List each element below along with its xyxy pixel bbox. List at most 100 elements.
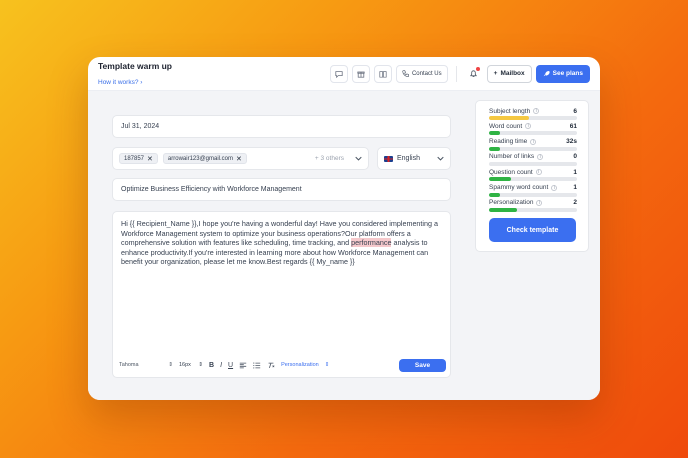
notification-dot [475,66,480,71]
stat-row: Reading time i 32s [489,138,577,146]
font-family-select[interactable]: Tahoma ⇕ [119,362,173,368]
stat-label: Personalization [489,199,534,207]
personalization-select[interactable]: Personalization ⇕ [281,362,329,368]
info-icon[interactable]: i [536,199,543,206]
stat-item: Personalization i 2 [489,199,577,212]
chat-button[interactable] [329,64,348,83]
stat-row: Question count i 1 [489,168,577,176]
contact-us-button[interactable]: Contact Us [395,64,448,83]
recipient-chip: 187857 ✕ [119,153,158,164]
info-icon[interactable]: i [551,184,558,191]
notifications-button[interactable] [464,64,483,83]
stat-label: Reading time [489,138,528,146]
font-family-value: Tahoma [119,362,139,368]
how-it-works-link[interactable]: How it works? › [98,79,142,86]
chevron-down-icon[interactable] [355,156,362,161]
recipient-chip-label: arrowair123@gmail.com [167,155,234,162]
subject-input[interactable]: Optimize Business Efficiency with Workfo… [112,178,451,201]
main-content: Jul 31, 2024 187857 ✕ arrowair123@gmail.… [88,91,600,400]
others-count[interactable]: + 3 others [315,155,344,162]
underline-button[interactable]: U [228,362,233,369]
info-icon[interactable]: i [535,169,542,176]
stat-row: Spammy word count i 1 [489,184,577,192]
plus-icon: + [493,70,498,77]
mailbox-button[interactable]: + Mailbox [486,64,532,83]
date-field[interactable]: Jul 31, 2024 [112,115,451,138]
chevron-down-icon [437,156,444,161]
stat-progress-fill [489,177,511,182]
stat-progress-bar [489,146,577,151]
list-icon[interactable] [253,362,261,369]
stat-row: Word count i 61 [489,122,577,130]
check-template-button[interactable]: Check template [489,218,576,242]
recipients-field[interactable]: 187857 ✕ arrowair123@gmail.com ✕ + 3 oth… [112,147,369,170]
top-bar: Template warm up How it works? › Contact… [88,57,600,91]
stat-item: Word count i 61 [489,122,577,136]
italic-button[interactable]: I [220,362,222,369]
uk-flag-icon [384,155,393,162]
rocket-icon [543,71,550,77]
docs-button[interactable] [373,64,392,83]
gift-button[interactable] [351,64,370,83]
title-block: Template warm up How it works? › [98,59,330,89]
stat-value: 1 [573,168,577,176]
stat-item: Question count i 1 [489,168,577,182]
stat-value: 61 [569,122,577,130]
remove-chip-icon[interactable]: ✕ [236,155,242,163]
info-icon[interactable]: i [537,153,544,160]
stat-progress-bar [489,177,577,182]
stat-label: Word count [489,122,523,130]
book-icon [379,70,387,78]
stat-label: Question count [489,168,533,176]
stat-progress-fill [489,192,500,197]
recipient-chip-label: 187857 [124,155,145,162]
stat-item: Number of links i 0 [489,153,577,166]
language-select[interactable]: English [377,147,451,170]
stat-item: Spammy word count i 1 [489,184,577,197]
save-button[interactable]: Save [399,358,446,372]
stat-item: Reading time i 32s [489,138,577,151]
stat-progress-fill [489,131,500,136]
bold-button[interactable]: B [209,362,214,369]
font-size-select[interactable]: 16px ⇕ [179,362,203,368]
template-stats-panel: Subject length i 6 Word count i 61 Reading tim… [475,100,589,252]
stat-label: Subject length [489,107,531,115]
subject-value: Optimize Business Efficiency with Workfo… [121,186,302,193]
personalization-label: Personalization [281,362,319,368]
remove-chip-icon[interactable]: ✕ [147,155,153,163]
email-body-text[interactable]: Hi {{ Recipient_Name }},I hope you're ha… [121,219,443,267]
recipient-chip: arrowair123@gmail.com ✕ [162,153,247,164]
stat-label: Spammy word count [489,184,549,191]
format-toolbar: Tahoma ⇕ 16px ⇕ B I U Personalization ⇕ … [119,358,446,372]
stat-value: 6 [573,107,577,115]
updown-icon: ⇕ [324,362,330,368]
chevron-right-icon: › [140,78,143,86]
align-left-icon[interactable] [239,362,247,369]
template-warmup-window: Template warm up How it works? › Contact… [88,57,600,400]
see-plans-button[interactable]: See plans [535,64,590,83]
clear-format-icon[interactable] [267,362,275,369]
stat-value: 2 [573,199,577,207]
stat-row: Subject length i 6 [489,107,577,115]
highlighted-spam-word: performance [351,238,392,247]
info-icon[interactable]: i [530,138,537,145]
stat-row: Personalization i 2 [489,199,577,207]
info-icon[interactable]: i [525,123,532,130]
editor-panel: Jul 31, 2024 187857 ✕ arrowair123@gmail.… [98,101,468,393]
language-value: English [397,155,420,162]
stat-row: Number of links i 0 [489,153,577,161]
mailbox-label: Mailbox [500,70,525,77]
chat-icon [335,70,343,78]
email-body-editor[interactable]: Hi {{ Recipient_Name }},I hope you're ha… [112,211,451,378]
updown-icon: ⇕ [168,362,173,368]
top-actions: Contact Us + Mailbox See plans [329,64,590,83]
info-icon[interactable]: i [533,108,540,114]
page-title: Template warm up [98,60,172,71]
stat-progress-bar [489,131,577,136]
stat-progress-fill [489,146,500,151]
font-size-value: 16px [179,362,191,368]
stat-progress-fill [489,116,529,120]
date-value: Jul 31, 2024 [121,123,160,130]
stat-progress-bar [489,116,577,120]
stat-value: 32s [566,138,577,146]
